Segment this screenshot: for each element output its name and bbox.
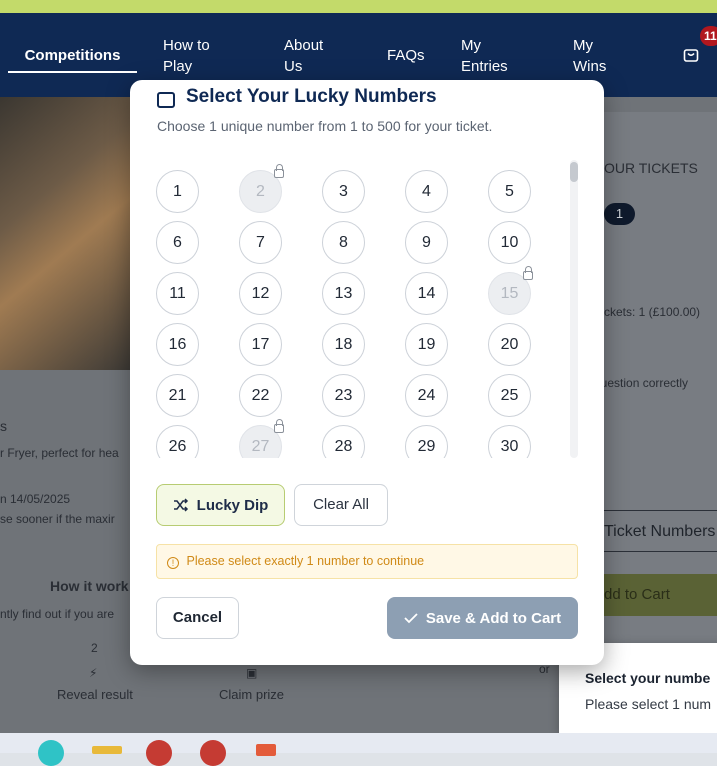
number-ball-23[interactable]: 23 — [322, 374, 365, 417]
top-accent-strip — [0, 0, 717, 13]
ticket-pill: 1 — [604, 203, 635, 225]
toast-body: Please select 1 num — [585, 696, 712, 712]
nav-my-wins[interactable]: My Wins — [573, 35, 606, 77]
nav-how-to-play[interactable]: How to Play — [163, 35, 210, 77]
number-ball-3[interactable]: 3 — [322, 170, 365, 213]
number-grid: 1 2 3 4 5 6 7 8 9 10 11 12 13 14 15 16 17 18 19 20 21 22 23 24 2… — [130, 160, 570, 458]
check-icon — [404, 613, 418, 624]
nav-my-entries[interactable]: My Entries — [461, 35, 508, 77]
selection-warning: ! Please select exactly 1 number to cont… — [156, 544, 578, 579]
lucky-dip-button[interactable]: Lucky Dip — [156, 484, 285, 526]
step-claim-prize: Claim prize — [219, 687, 285, 702]
browser-profile-s-icon[interactable] — [146, 740, 172, 766]
draw-note: se sooner if the maxir — [0, 512, 115, 526]
save-add-to-cart-button[interactable]: Save & Add to Cart — [387, 597, 578, 639]
number-ball-16[interactable]: 16 — [156, 323, 199, 366]
number-ball-19[interactable]: 19 — [405, 323, 448, 366]
draw-date: n 14/05/2025 — [0, 492, 71, 506]
taskbar-app-icon[interactable] — [38, 740, 64, 766]
bg-add-to-cart-button[interactable]: dd to Cart — [604, 574, 717, 616]
info-icon: ! — [167, 557, 179, 569]
lock-icon — [274, 419, 284, 433]
shuffle-icon — [173, 498, 188, 512]
number-ball-4[interactable]: 4 — [405, 170, 448, 213]
number-ball-12[interactable]: 12 — [239, 272, 282, 315]
number-ball-22[interactable]: 22 — [239, 374, 282, 417]
number-ball-25[interactable]: 25 — [488, 374, 531, 417]
product-image — [0, 97, 130, 370]
nav-about-us[interactable]: About Us — [284, 35, 323, 77]
lucky-dip-label: Lucky Dip — [196, 496, 269, 514]
product-title: s — [0, 418, 7, 434]
your-tickets-heading: OUR TICKETS — [604, 160, 698, 176]
tickets-summary: ckets: 1 (£100.00) — [604, 305, 701, 319]
number-ball-8[interactable]: 8 — [322, 221, 365, 264]
warning-text: Please select exactly 1 number to contin… — [186, 554, 425, 568]
modal-title: Select Your Lucky Numbers — [186, 86, 437, 107]
bolt-icon: ⚡︎ — [89, 666, 98, 680]
number-ball-29[interactable]: 29 — [405, 425, 448, 458]
number-ball-13[interactable]: 13 — [322, 272, 365, 315]
cart-count-badge: 11 — [700, 26, 717, 46]
number-ball-5[interactable]: 5 — [488, 170, 531, 213]
number-ball-18[interactable]: 18 — [322, 323, 365, 366]
number-ball-20[interactable]: 20 — [488, 323, 531, 366]
ticket-numbers-button[interactable]: Ticket Numbers — [604, 510, 717, 552]
scrollbar-thumb[interactable] — [570, 162, 578, 182]
lock-icon — [274, 164, 284, 178]
number-ball-7[interactable]: 7 — [239, 221, 282, 264]
toast-title: Select your numbe — [585, 670, 711, 686]
number-grid-scrollbar[interactable] — [570, 160, 578, 458]
number-ball-26[interactable]: 26 — [156, 425, 199, 458]
number-ball-14[interactable]: 14 — [405, 272, 448, 315]
number-ball-28[interactable]: 28 — [322, 425, 365, 458]
nav-faqs[interactable]: FAQs — [387, 45, 425, 66]
number-ball-30[interactable]: 30 — [488, 425, 531, 458]
gift-icon: ▣ — [246, 666, 258, 680]
number-ball-21[interactable]: 21 — [156, 374, 199, 417]
number-ball-1[interactable]: 1 — [156, 170, 199, 213]
number-ball-6[interactable]: 6 — [156, 221, 199, 264]
number-ball-17[interactable]: 17 — [239, 323, 282, 366]
how-it-works-subtitle: ntly find out if you are — [0, 607, 115, 621]
modal-subtitle: Choose 1 unique number from 1 to 500 for… — [157, 118, 493, 134]
step-number: 2 — [91, 641, 98, 655]
step-reveal-result: Reveal result — [57, 687, 133, 702]
number-ball-24[interactable]: 24 — [405, 374, 448, 417]
how-it-works-heading: How it work — [50, 578, 129, 594]
number-ball-9[interactable]: 9 — [405, 221, 448, 264]
dice-icon — [157, 92, 175, 108]
clear-all-button[interactable]: Clear All — [294, 484, 388, 526]
cancel-button[interactable]: Cancel — [156, 597, 239, 639]
product-description: r Fryer, perfect for hea — [0, 446, 119, 460]
lock-icon — [523, 266, 533, 280]
browser-profile-j-icon[interactable] — [200, 740, 226, 766]
number-ball-11[interactable]: 11 — [156, 272, 199, 315]
nav-competitions[interactable]: Competitions — [8, 43, 137, 73]
save-label: Save & Add to Cart — [425, 609, 562, 627]
number-ball-10[interactable]: 10 — [488, 221, 531, 264]
question-note: question correctly — [594, 376, 689, 390]
cart-icon[interactable] — [682, 45, 700, 63]
calendar-icon[interactable] — [256, 744, 276, 756]
